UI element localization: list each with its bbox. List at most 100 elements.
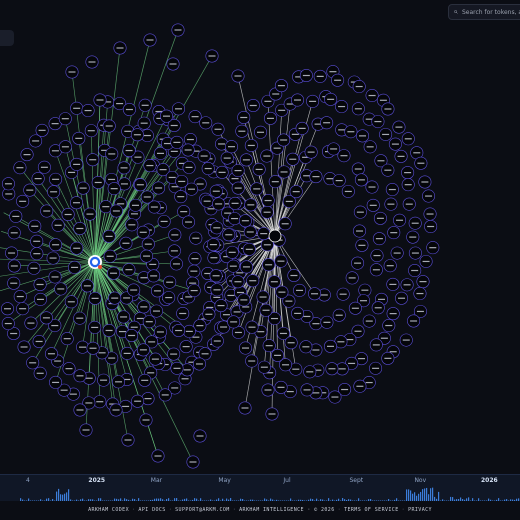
entity-node[interactable] <box>51 218 65 232</box>
entity-node[interactable] <box>70 157 84 171</box>
entity-node[interactable] <box>416 275 430 289</box>
entity-node[interactable] <box>86 153 100 167</box>
entity-node[interactable] <box>130 128 144 142</box>
entity-node[interactable] <box>371 301 385 315</box>
entity-node[interactable] <box>166 57 180 71</box>
entity-node[interactable] <box>351 162 365 176</box>
entity-node[interactable] <box>402 197 416 211</box>
entity-node[interactable] <box>170 361 184 375</box>
entity-node[interactable] <box>308 287 322 301</box>
entity-node[interactable] <box>79 423 93 437</box>
entity-node[interactable] <box>206 238 220 252</box>
entity-node[interactable] <box>49 375 63 389</box>
footer-link[interactable]: TERMS OF SERVICE <box>344 507 399 513</box>
footer-link[interactable]: SUPPORT@ARKM.COM <box>175 507 230 513</box>
entity-node[interactable] <box>271 348 285 362</box>
entity-node[interactable] <box>393 213 407 227</box>
entity-node[interactable] <box>274 380 288 394</box>
entity-node[interactable] <box>189 231 203 245</box>
footer-link[interactable]: ARKHAM INTELLIGENCE · © 2026 <box>239 507 335 513</box>
entity-node[interactable] <box>299 340 313 354</box>
entity-node[interactable] <box>143 159 157 173</box>
entity-node[interactable] <box>31 172 45 186</box>
entity-node[interactable] <box>125 218 139 232</box>
entity-node[interactable] <box>125 328 139 342</box>
entity-node[interactable] <box>289 185 303 199</box>
entity-node[interactable] <box>201 162 215 176</box>
entity-node[interactable] <box>390 246 404 260</box>
entity-node[interactable] <box>225 245 239 259</box>
entity-node[interactable] <box>158 388 172 402</box>
entity-node[interactable] <box>332 174 346 188</box>
entity-node[interactable] <box>373 211 387 225</box>
entity-node[interactable] <box>257 360 271 374</box>
entity-node[interactable] <box>222 228 236 242</box>
entity-node[interactable] <box>68 260 82 274</box>
entity-node[interactable] <box>169 257 183 271</box>
entity-node[interactable] <box>33 292 47 306</box>
entity-node[interactable] <box>73 311 87 325</box>
entity-node[interactable] <box>179 340 193 354</box>
entity-node[interactable] <box>354 173 368 187</box>
entity-node[interactable] <box>150 284 164 298</box>
entity-node[interactable] <box>32 334 46 348</box>
entity-node[interactable] <box>262 339 276 353</box>
entity-node[interactable] <box>49 238 63 252</box>
entity-node[interactable] <box>231 164 245 178</box>
entity-node[interactable] <box>363 140 377 154</box>
entity-node[interactable] <box>386 307 400 321</box>
entity-node[interactable] <box>131 394 145 408</box>
entity-node[interactable] <box>147 200 161 214</box>
entity-node[interactable] <box>16 302 30 316</box>
entity-graph-canvas[interactable] <box>0 0 520 472</box>
entity-node[interactable] <box>7 276 21 290</box>
entity-node[interactable] <box>238 214 252 228</box>
entity-node[interactable] <box>246 274 260 288</box>
entity-node[interactable] <box>237 293 251 307</box>
entity-node[interactable] <box>381 102 395 116</box>
entity-node[interactable] <box>187 284 201 298</box>
entity-node[interactable] <box>231 69 245 83</box>
entity-node[interactable] <box>261 194 275 208</box>
entity-node[interactable] <box>244 198 258 212</box>
entity-node[interactable] <box>344 125 358 139</box>
entity-node[interactable] <box>324 92 338 106</box>
entity-node[interactable] <box>200 194 214 208</box>
hub-node-secondary[interactable] <box>268 229 282 243</box>
entity-node[interactable] <box>211 122 225 136</box>
entity-node[interactable] <box>209 269 223 283</box>
search-bar[interactable] <box>448 4 520 20</box>
entity-node[interactable] <box>1 317 15 331</box>
entity-node[interactable] <box>351 102 365 116</box>
entity-node[interactable] <box>39 311 53 325</box>
entity-node[interactable] <box>401 166 415 180</box>
entity-node[interactable] <box>121 433 135 447</box>
entity-node[interactable] <box>185 182 199 196</box>
entity-node[interactable] <box>93 93 107 107</box>
entity-node[interactable] <box>242 242 256 256</box>
entity-node[interactable] <box>137 116 151 130</box>
entity-node[interactable] <box>384 197 398 211</box>
entity-node[interactable] <box>362 314 376 328</box>
entity-node[interactable] <box>157 214 171 228</box>
entity-node[interactable] <box>97 373 111 387</box>
entity-node[interactable] <box>142 315 156 329</box>
entity-node[interactable] <box>187 264 201 278</box>
entity-node[interactable] <box>17 340 31 354</box>
entity-node[interactable] <box>152 181 166 195</box>
entity-node[interactable] <box>20 148 34 162</box>
entity-node[interactable] <box>337 149 351 163</box>
entity-node[interactable] <box>239 153 253 167</box>
entity-node[interactable] <box>109 204 123 218</box>
entity-node[interactable] <box>345 271 359 285</box>
entity-node[interactable] <box>351 256 365 270</box>
entity-node[interactable] <box>370 249 384 263</box>
entity-node[interactable] <box>136 343 150 357</box>
entity-node[interactable] <box>122 263 136 277</box>
entity-node[interactable] <box>244 138 258 152</box>
entity-node[interactable] <box>313 69 327 83</box>
entity-node[interactable] <box>120 346 134 360</box>
entity-node[interactable] <box>250 182 264 196</box>
entity-node[interactable] <box>260 149 274 163</box>
entity-node[interactable] <box>274 79 288 93</box>
